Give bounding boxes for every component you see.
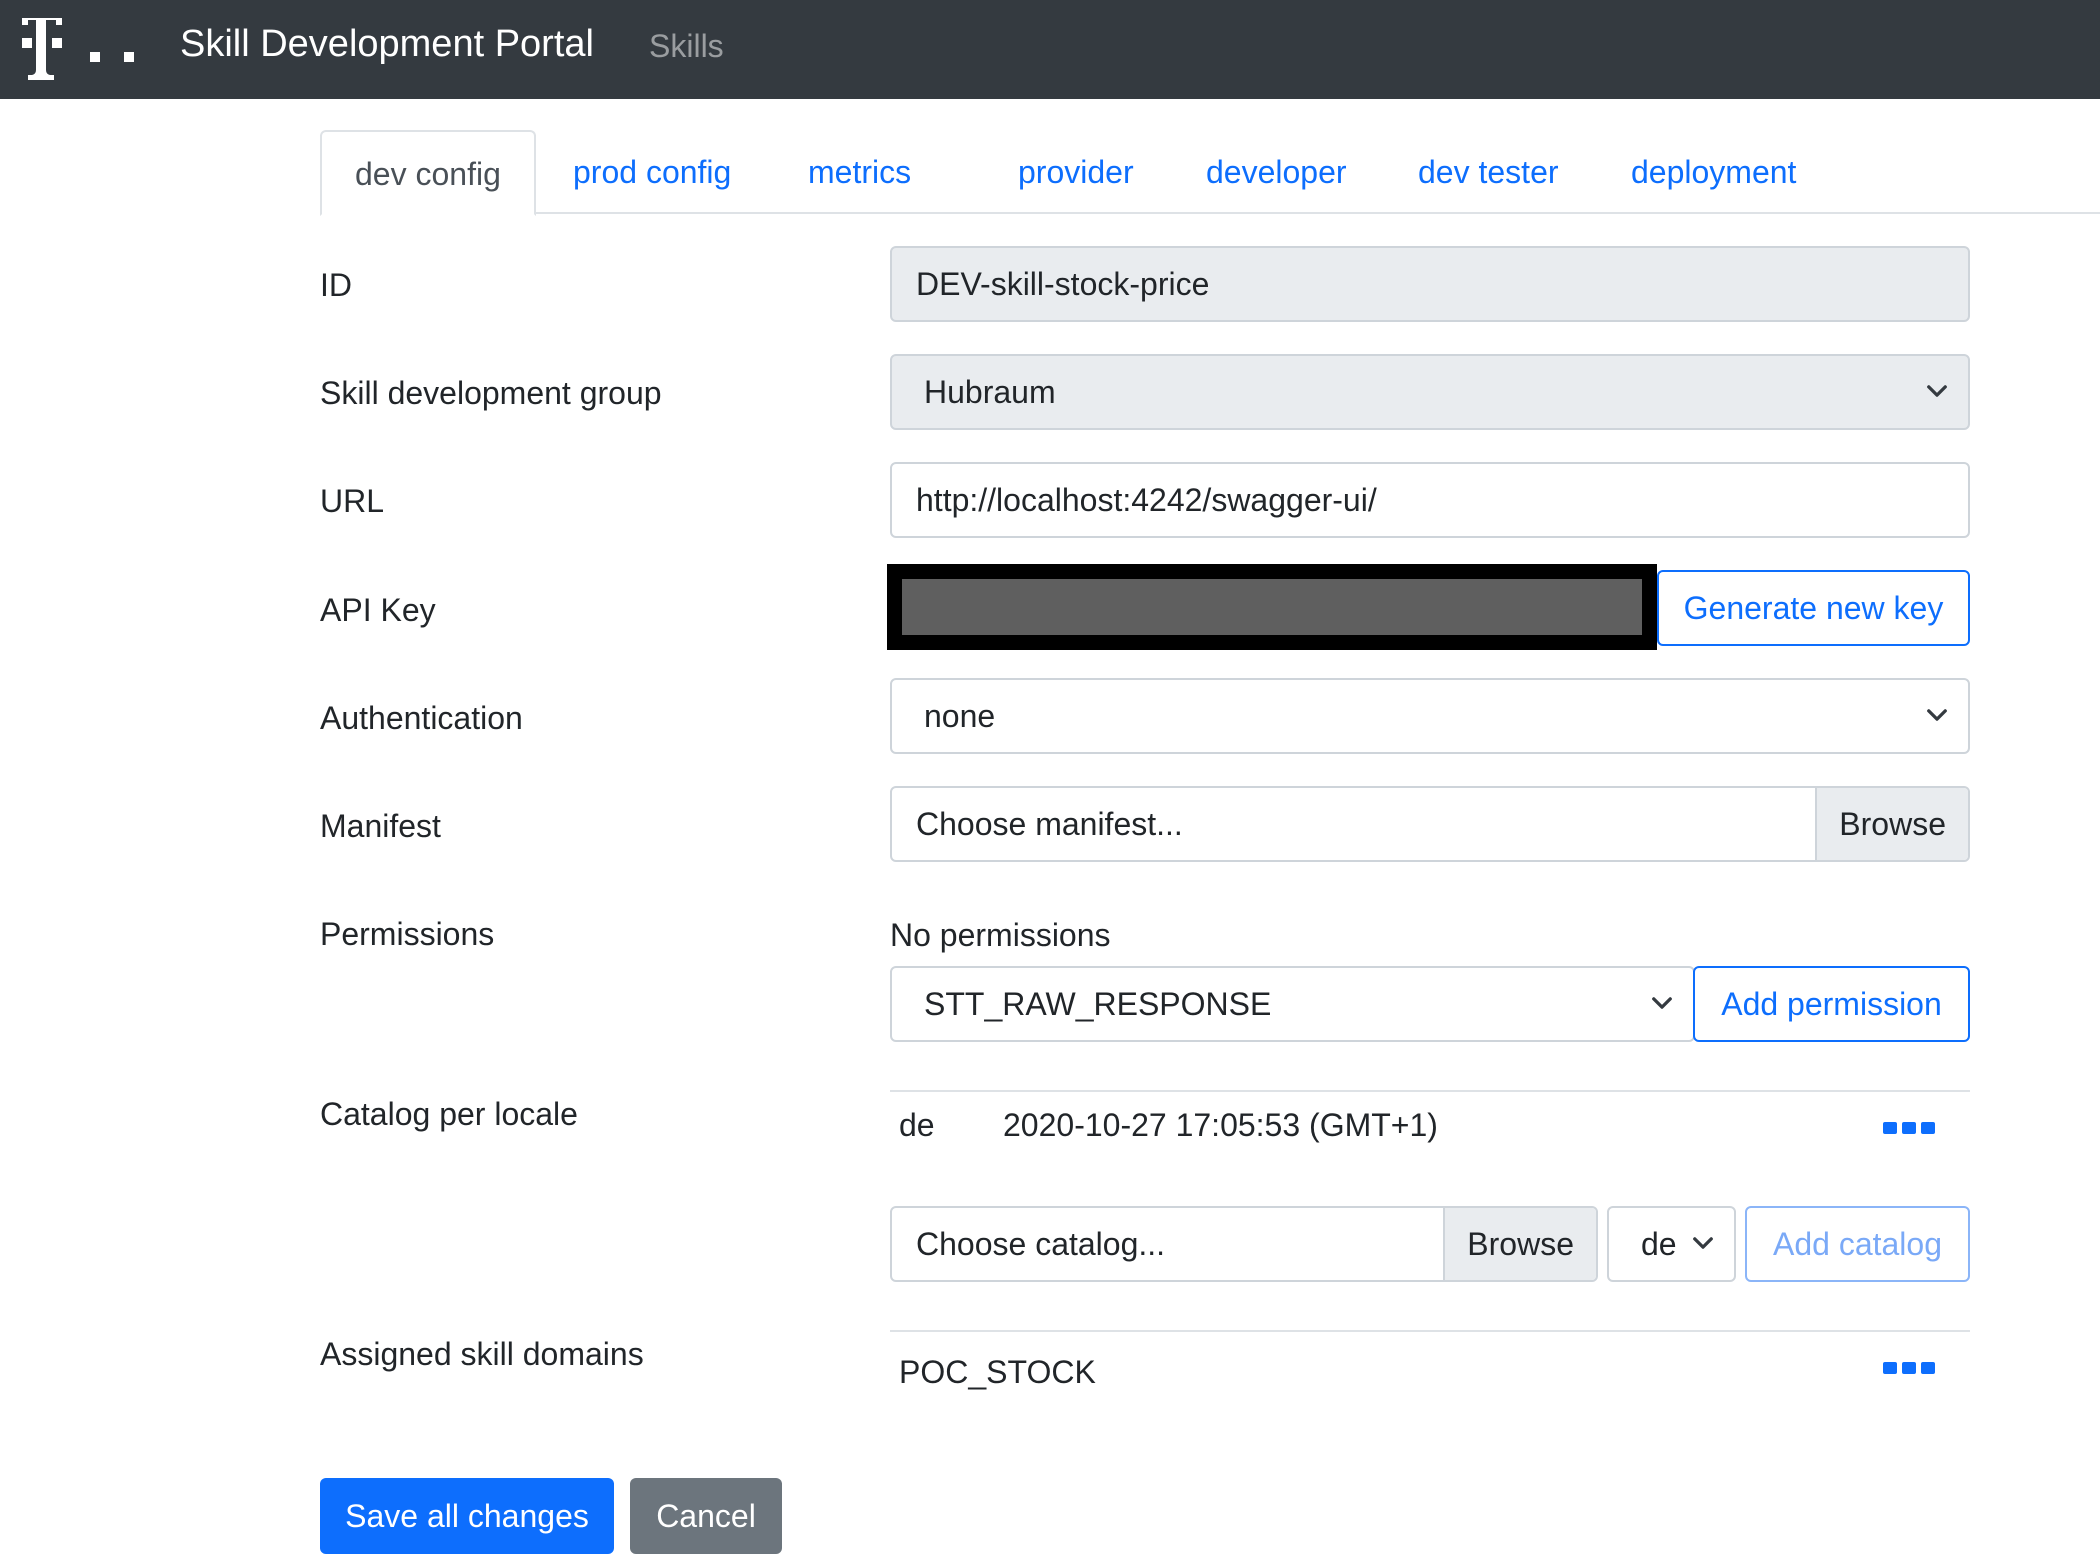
permission-select[interactable]: STT_RAW_RESPONSE [890,966,1695,1042]
add-catalog-button[interactable]: Add catalog [1745,1206,1970,1282]
telekom-logo-icon[interactable] [20,14,140,80]
tab-dev-tester[interactable]: dev tester [1385,130,1592,214]
manifest-label: Manifest [320,808,441,844]
catalog-browse-button[interactable]: Browse [1443,1208,1596,1280]
chevron-down-icon [1693,1237,1713,1249]
id-field[interactable]: DEV-skill-stock-price [890,246,1970,322]
chevron-down-icon [1652,997,1672,1009]
api-key-label: API Key [320,592,436,628]
config-tabs: dev config prod config metrics provider … [320,130,2100,216]
tab-dev-config[interactable]: dev config [320,130,536,216]
domain-more-icon[interactable] [1883,1360,1937,1376]
brand-title[interactable]: Skill Development Portal [180,22,594,66]
group-select[interactable]: Hubraum [890,354,1970,430]
url-label: URL [320,483,385,519]
authentication-label: Authentication [320,700,523,736]
domains-divider [890,1330,1970,1332]
group-label: Skill development group [320,375,662,411]
chevron-down-icon [1927,709,1947,721]
add-permission-button[interactable]: Add permission [1693,966,1970,1042]
top-navbar: Skill Development Portal Skills [0,0,2100,99]
domain-item: POC_STOCK [899,1354,1096,1390]
id-label: ID [320,267,352,303]
catalog-timestamp: 2020-10-27 17:05:53 (GMT+1) [1003,1107,1438,1143]
nav-link-skills[interactable]: Skills [649,26,724,66]
catalog-placeholder: Choose catalog... [916,1226,1166,1262]
tab-developer[interactable]: developer [1173,130,1380,214]
catalog-locale-select-value: de [1641,1226,1677,1262]
permission-select-value: STT_RAW_RESPONSE [924,986,1272,1022]
save-all-changes-button[interactable]: Save all changes [320,1478,614,1554]
tab-deployment[interactable]: deployment [1598,130,1829,214]
chevron-down-icon [1927,385,1947,397]
permissions-status: No permissions [890,917,1111,953]
catalog-locale: de [899,1107,935,1143]
manifest-file-input[interactable]: Choose manifest... Browse [890,786,1970,862]
catalog-divider [890,1090,1970,1092]
tab-provider[interactable]: provider [985,130,1167,214]
catalog-locale-select[interactable]: de [1607,1206,1736,1282]
api-key-redaction [902,579,1642,635]
tab-prod-config[interactable]: prod config [540,130,764,214]
tab-metrics[interactable]: metrics [775,130,944,214]
generate-new-key-button[interactable]: Generate new key [1657,570,1970,646]
url-input[interactable]: http://localhost:4242/swagger-ui/ [890,462,1970,538]
group-select-value: Hubraum [924,374,1056,410]
authentication-select-value: none [924,698,996,734]
catalog-file-input[interactable]: Choose catalog... Browse [890,1206,1598,1282]
cancel-button[interactable]: Cancel [630,1478,782,1554]
catalog-more-icon[interactable] [1883,1120,1937,1136]
domains-label: Assigned skill domains [320,1336,644,1372]
api-key-redacted-field[interactable] [887,564,1657,650]
manifest-browse-button[interactable]: Browse [1815,788,1968,860]
permissions-label: Permissions [320,916,495,952]
manifest-placeholder: Choose manifest... [916,806,1183,842]
catalog-label: Catalog per locale [320,1096,578,1132]
authentication-select[interactable]: none [890,678,1970,754]
